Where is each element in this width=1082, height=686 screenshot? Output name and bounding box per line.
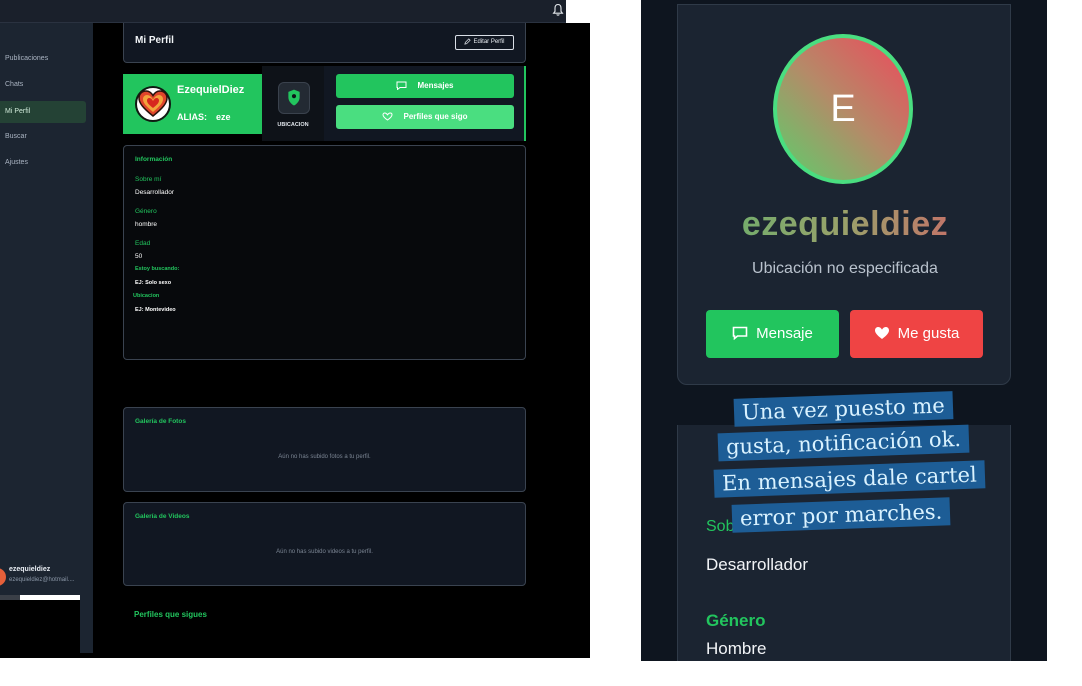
profile-name: EzequielDiez [177,84,245,96]
video-gallery: Galería de Videos Aún no has subido vide… [123,502,526,586]
video-gallery-title: Galería de Videos [135,513,190,520]
info-label-ubicacion: Ubicacion [133,293,160,299]
profile-name: ezequieldiez [678,205,1012,244]
info-title: Información [135,156,173,163]
photo-gallery: Galería de Fotos Aún no has subido fotos… [123,407,526,492]
info-value-buscando: EJ: Solo sexo [135,280,172,286]
profile-header: Mi Perfil Editar Perfil [123,23,526,63]
location-icon-button[interactable] [278,82,310,114]
note-line: En mensajes dale cartel [713,460,986,498]
note-line: Una vez puesto me [733,391,954,427]
heart-icon [138,90,168,117]
messages-button[interactable]: Mensajes [336,74,514,98]
bell-icon[interactable] [552,3,564,17]
alias-label: ALIAS: [177,112,207,122]
info-label-genero: Género [706,611,766,630]
sidebar-item-publicaciones[interactable]: Publicaciones [0,48,86,70]
sidebar-item-ajustes[interactable]: Ajustes [0,152,86,174]
info-value-ubicacion: EJ: Montevideo [135,307,176,313]
sidebar-footer-fill [0,600,80,658]
info-label-edad: Edad [135,240,151,247]
top-bar [0,0,590,23]
sidebar-item-mi-perfil[interactable]: Mi Perfil [0,101,86,123]
avatar[interactable] [135,86,171,122]
chat-icon [396,81,407,91]
sidebar-item-chats[interactable]: Chats [0,74,86,96]
info-value-sobre: Desarrollador [706,555,809,574]
profile-location: Ubicación no especificada [752,260,938,277]
sidebar-user-name: ezequieldiez [9,566,51,573]
avatar: E [773,34,913,184]
avatar [0,568,6,586]
message-button[interactable]: Mensaje [706,310,839,358]
heart-icon [874,326,889,339]
note-line: gusta, notificación ok. [717,424,970,462]
note-line: error por marches. [731,497,951,533]
pencil-icon [464,38,472,45]
page-title: Mi Perfil [135,35,174,46]
right-screenshot: E ezequieldiez Ubicación no especificada… [641,0,1047,661]
left-screenshot: Publicaciones Chats Mi Perfil Buscar Aju… [0,0,590,658]
following-label: Perfiles que sigo [403,112,468,121]
like-button[interactable]: Me gusta [850,310,983,358]
edit-profile-label: Editar Perfil [473,39,505,45]
public-profile-card: E ezequieldiez Ubicación no especificada… [677,4,1011,385]
message-button-label: Mensaje [756,325,813,342]
following-section-title: Perfiles que sigues [134,610,207,619]
annotation-note: Una vez puesto me gusta, notificación ok… [713,391,986,543]
info-value-genero: hombre [135,221,158,228]
info-panel: Información Sobre mí Desarrollador Géner… [123,145,526,360]
messages-label: Mensajes [417,81,454,90]
info-value-sobre: Desarrollador [135,189,175,196]
info-value-genero: Hombre [706,639,767,658]
info-label-genero: Género [135,208,157,215]
location-label: UBICACION [277,122,309,128]
sidebar-item-buscar[interactable]: Buscar [0,126,86,148]
sidebar: Publicaciones Chats Mi Perfil Buscar Aju… [0,23,93,653]
heart-outline-icon [382,112,393,122]
like-button-label: Me gusta [897,325,960,342]
chat-icon [732,326,748,340]
alias-value: eze [216,112,231,122]
info-label-buscando: Estoy buscando: [135,266,180,272]
location-box[interactable]: UBICACION [262,66,324,141]
video-gallery-empty: Aún no has subido videos a tu perfil. [276,549,373,555]
info-value-edad: 50 [135,253,143,260]
edit-profile-button[interactable]: Editar Perfil [455,35,514,50]
photo-gallery-empty: Aún no has subido fotos a tu perfil. [278,454,371,460]
photo-gallery-title: Galería de Fotos [135,418,186,425]
top-bar-edge [566,0,590,23]
sidebar-user-email: ezequieldiez@hotmail.... [9,577,75,583]
following-button[interactable]: Perfiles que sigo [336,105,514,129]
sidebar-user[interactable]: ezequieldiez ezequieldiez@hotmail.... [0,563,93,593]
profile-actions: Mensajes Perfiles que sigo [324,66,526,141]
shield-location-icon [288,89,300,106]
avatar-letter: E [830,88,856,130]
profile-card: EzequielDiez ALIAS: eze [123,74,262,134]
info-label-sobre: Sobre mí [135,176,162,183]
